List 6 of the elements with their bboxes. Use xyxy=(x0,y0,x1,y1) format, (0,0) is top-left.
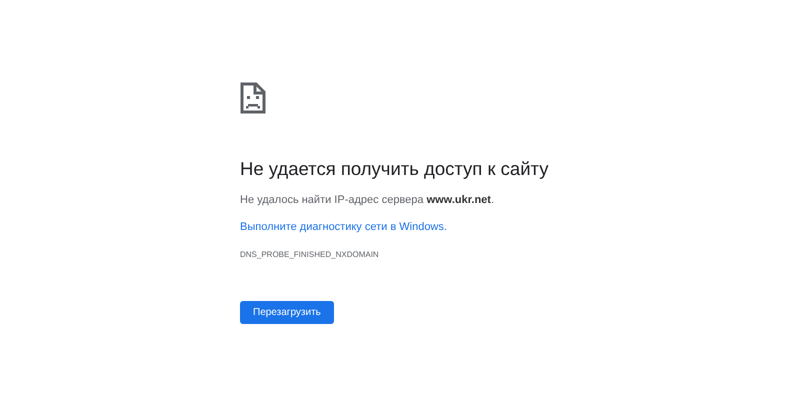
error-description: Не удалось найти IP-адрес сервера www.ukr.net. xyxy=(240,194,494,206)
error-code: DNS_PROBE_FINISHED_NXDOMAIN xyxy=(240,250,379,259)
diagnostics-link[interactable]: Выполните диагностику сети в Windows. xyxy=(240,221,447,233)
broken-page-icon xyxy=(240,82,266,114)
error-heading: Не удается получить доступ к сайту xyxy=(240,158,548,180)
reload-button[interactable]: Перезагрузить xyxy=(240,301,334,324)
